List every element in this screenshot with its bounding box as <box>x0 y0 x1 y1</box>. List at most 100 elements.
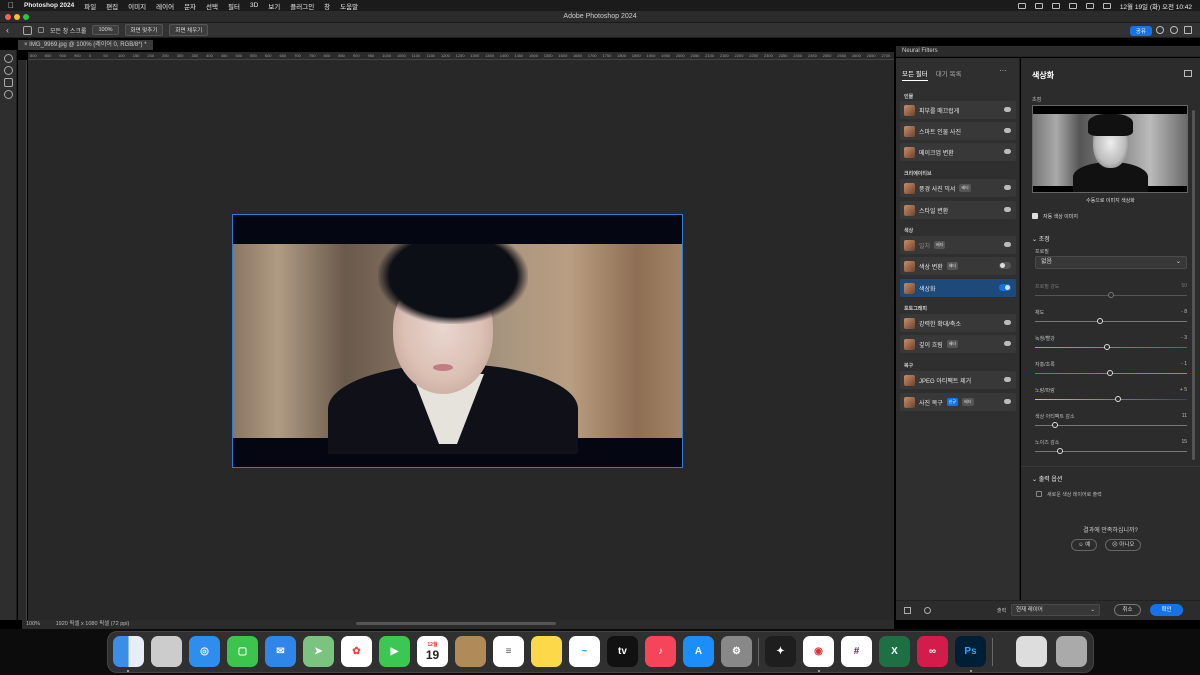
output-dropdown[interactable]: 현재 레이어 ⌄ <box>1011 604 1100 616</box>
slider-handle[interactable] <box>1052 422 1058 428</box>
calendar-icon[interactable]: 12월 19 <box>417 636 448 667</box>
creative-cloud-icon[interactable] <box>1034 2 1043 9</box>
noise-slider[interactable] <box>1035 448 1187 454</box>
cloud-download-icon[interactable] <box>1004 320 1011 325</box>
filter-landscape-mixer[interactable]: 풍경 사진 믹서 베타 <box>900 179 1016 197</box>
reset-icon[interactable] <box>1184 70 1192 77</box>
document-image[interactable] <box>232 214 683 468</box>
filter-photo-restoration[interactable]: 사진 복구 신규 베타 <box>900 393 1016 411</box>
menu-file[interactable]: 파일 <box>84 1 96 11</box>
maps-icon[interactable]: ➤ <box>303 636 334 667</box>
document-tab[interactable]: × IMG_9969.jpg @ 100% (레이어 0, RGB/8*) * <box>18 40 153 50</box>
menu-layer[interactable]: 레이어 <box>156 1 174 11</box>
reminders-icon[interactable]: ≡ <box>493 636 524 667</box>
slider-handle[interactable] <box>1108 292 1114 298</box>
notes-icon[interactable] <box>531 636 562 667</box>
profile-strength-slider[interactable] <box>1035 292 1187 298</box>
filter-smart-portrait[interactable]: 스마트 인물 사진 <box>900 122 1016 140</box>
photos-icon[interactable]: ✿ <box>341 636 372 667</box>
adjust-section-header[interactable]: ⌄ 조정 <box>1032 234 1050 243</box>
mail-icon[interactable]: ✉ <box>265 636 296 667</box>
hand-tool-icon[interactable] <box>4 78 13 87</box>
fill-screen-button[interactable]: 화면 채우기 <box>169 24 209 36</box>
app-menu[interactable]: Photoshop 2024 <box>24 2 74 9</box>
cloud-download-icon[interactable] <box>1004 149 1011 154</box>
slider-handle[interactable] <box>1097 318 1103 324</box>
hand-tool-icon[interactable] <box>23 25 32 35</box>
zoom-out-icon[interactable] <box>4 66 13 75</box>
filter-color-transfer[interactable]: 색상 변환 베타 <box>900 257 1016 275</box>
slack-icon[interactable]: # <box>841 636 872 667</box>
back-chevron-icon[interactable]: ‹ <box>6 25 9 35</box>
neural-filters-tab[interactable]: Neural Filters <box>896 46 1200 57</box>
photoshop-icon[interactable]: Ps <box>955 636 986 667</box>
cloud-download-icon[interactable] <box>1004 207 1011 212</box>
excel-icon[interactable]: X <box>879 636 910 667</box>
fit-screen-button[interactable]: 화면 맞추기 <box>124 24 164 36</box>
clock[interactable]: 12월 19일 (화) 오전 10:42 <box>1120 1 1192 11</box>
filter-makeup-transfer[interactable]: 메이크업 변환 <box>900 143 1016 161</box>
magenta-green-slider[interactable] <box>1035 370 1187 376</box>
slider-handle[interactable] <box>1115 396 1121 402</box>
trash-icon[interactable] <box>1056 636 1087 667</box>
finder-icon[interactable] <box>113 636 144 667</box>
music-icon[interactable]: ♪ <box>645 636 676 667</box>
zoom-100-button[interactable]: 100% <box>92 25 119 35</box>
search-icon[interactable] <box>1085 2 1094 9</box>
zoom-tool-icon[interactable] <box>4 90 13 99</box>
slider-handle[interactable] <box>1107 370 1113 376</box>
no-button[interactable]: ☹ 아니오 <box>1105 539 1142 551</box>
yes-button[interactable]: ☺ 예 <box>1071 539 1098 551</box>
contacts-icon[interactable] <box>455 636 486 667</box>
filter-toggle[interactable] <box>999 284 1011 291</box>
slider-handle[interactable] <box>1057 448 1063 454</box>
downloads-stack-icon[interactable] <box>1016 636 1047 667</box>
zoom-window-button[interactable] <box>23 14 29 20</box>
creative-cloud-icon[interactable]: ∞ <box>917 636 948 667</box>
facetime-icon[interactable]: ▶ <box>379 636 410 667</box>
cancel-button[interactable]: 취소 <box>1114 604 1141 616</box>
profile-dropdown[interactable]: 없음 ⌄ <box>1035 256 1187 269</box>
filter-depth-blur[interactable]: 깊이 흐림 베타 <box>900 335 1016 353</box>
cloud-download-icon[interactable] <box>1004 128 1011 133</box>
filter-colorize[interactable]: 색상화 <box>900 279 1016 297</box>
cloud-download-icon[interactable] <box>1004 242 1011 247</box>
apple-menu-icon[interactable]:  <box>8 1 14 10</box>
share-button[interactable]: 공유 <box>1129 26 1152 36</box>
menu-window[interactable]: 창 <box>324 1 330 11</box>
cloud-download-icon[interactable] <box>1004 377 1011 382</box>
chrome-icon[interactable]: ◉ <box>803 636 834 667</box>
ok-button[interactable]: 확인 <box>1150 604 1183 616</box>
battery-icon[interactable] <box>1102 2 1111 9</box>
more-options-icon[interactable]: ··· <box>999 66 1007 75</box>
scroll-all-checkbox[interactable] <box>38 27 44 33</box>
messages-icon[interactable]: ▢ <box>227 636 258 667</box>
layers-icon[interactable] <box>924 607 931 614</box>
filter-toggle[interactable] <box>999 262 1011 269</box>
cloud-download-icon[interactable] <box>1004 399 1011 404</box>
menu-view[interactable]: 보기 <box>268 1 280 11</box>
zoom-in-icon[interactable] <box>4 54 13 63</box>
tv-icon[interactable]: tv <box>607 636 638 667</box>
menu-plugins[interactable]: 플러그인 <box>290 1 314 11</box>
app-store-icon[interactable]: A <box>683 636 714 667</box>
menu-help[interactable]: 도움말 <box>340 1 358 11</box>
document-info[interactable]: 1920 픽셀 x 1080 픽셀 (72 ppi) <box>56 621 130 627</box>
menu-edit[interactable]: 편집 <box>106 1 118 11</box>
menu-3d[interactable]: 3D <box>250 2 258 9</box>
filter-smooth-skin[interactable]: 피부를 매끄럽게 <box>900 101 1016 119</box>
figma-icon[interactable]: ✦ <box>765 636 796 667</box>
color-artifact-slider[interactable] <box>1035 422 1187 428</box>
zoom-level[interactable]: 100% <box>26 621 40 627</box>
menu-type[interactable]: 문자 <box>184 1 196 11</box>
preview-toggle-icon[interactable] <box>904 607 911 614</box>
saturation-slider[interactable] <box>1035 318 1187 324</box>
wifi-icon[interactable] <box>1068 2 1077 9</box>
workspace-icon[interactable] <box>1184 26 1192 34</box>
cloud-download-icon[interactable] <box>1004 107 1011 112</box>
filter-jpeg-removal[interactable]: JPEG 아티팩트 제거 <box>900 371 1016 389</box>
yellow-blue-slider[interactable] <box>1035 396 1187 402</box>
close-window-button[interactable] <box>5 14 11 20</box>
menu-select[interactable]: 선택 <box>206 1 218 11</box>
launchpad-icon[interactable] <box>151 636 182 667</box>
